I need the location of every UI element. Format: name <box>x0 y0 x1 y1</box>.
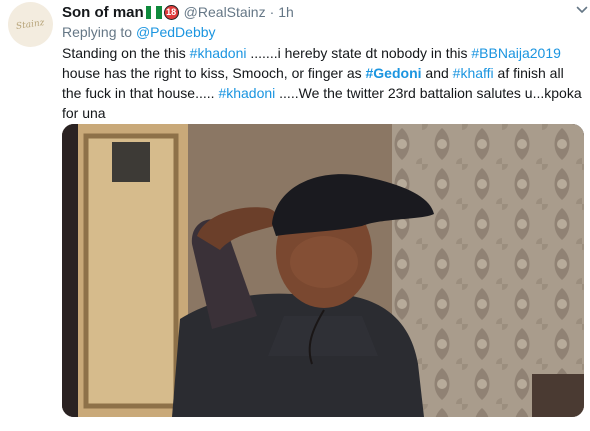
tweet-header: Son of man 18 @RealStainz · 1h <box>62 2 580 22</box>
hashtag-khaffi[interactable]: #khaffi <box>453 65 494 81</box>
hashtag-gedoni[interactable]: #Gedoni <box>366 65 422 81</box>
replying-to: Replying to @PedDebby <box>62 24 216 40</box>
tweet-text-segment: .......i hereby state dt nobody in this <box>246 45 472 61</box>
replying-to-mention[interactable]: @PedDebby <box>136 24 216 40</box>
avatar[interactable]: Stainz <box>8 2 53 47</box>
replying-to-label: Replying to <box>62 24 133 40</box>
separator-dot: · <box>269 4 275 20</box>
age-18-badge-icon: 18 <box>163 4 179 20</box>
hashtag-khadoni[interactable]: #khadoni <box>190 45 247 61</box>
user-handle[interactable]: @RealStainz <box>184 4 266 20</box>
tweet-text-segment: and <box>421 65 453 81</box>
tweet-text: Standing on the this #khadoni .......i h… <box>62 43 584 123</box>
saluting-boy-photo <box>62 124 584 417</box>
hashtag-bbnaija2019[interactable]: #BBNaija2019 <box>471 45 561 61</box>
hashtag-khadoni-2[interactable]: #khadoni <box>218 85 275 101</box>
tweet-photo[interactable] <box>62 124 584 417</box>
nigeria-flag-icon <box>145 5 162 19</box>
timestamp[interactable]: 1h <box>278 4 294 20</box>
tweet-text-segment: Standing on the this <box>62 45 190 61</box>
chevron-down-icon[interactable] <box>576 4 588 16</box>
display-name[interactable]: Son of man <box>62 4 144 21</box>
avatar-text: Stainz <box>15 17 46 32</box>
tweet-text-segment: house has the right to kiss, Smooch, or … <box>62 65 366 81</box>
